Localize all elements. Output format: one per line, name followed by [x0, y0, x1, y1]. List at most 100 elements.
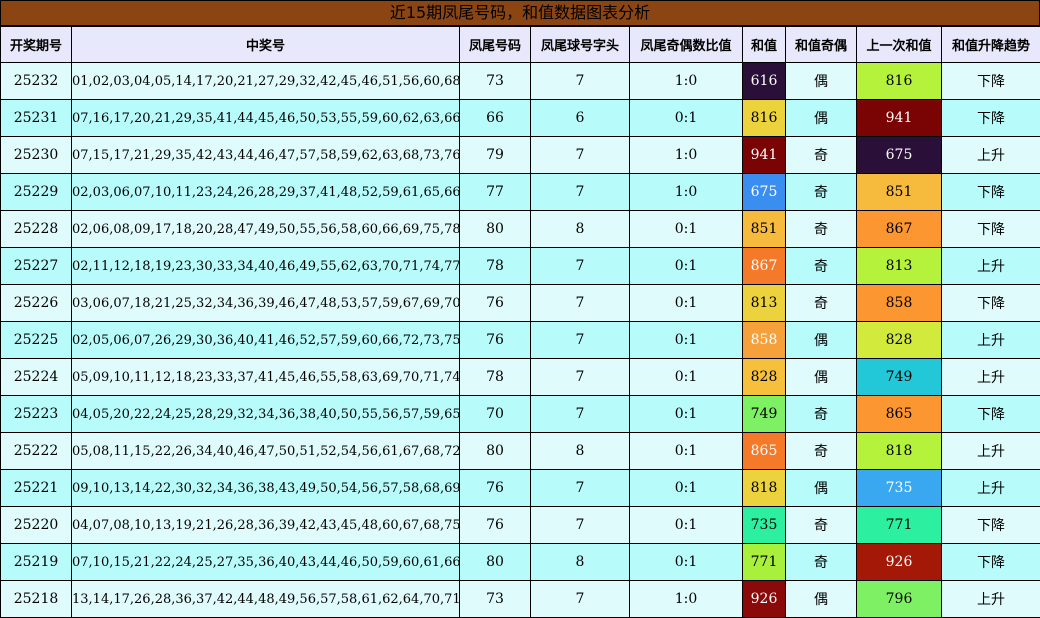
sum-cell: 865 — [742, 432, 786, 470]
prev-sum-cell: 926 — [856, 543, 942, 581]
prev-sum-cell: 828 — [856, 321, 942, 359]
ratio-cell: 0:1 — [629, 284, 743, 322]
parity-cell: 偶 — [785, 358, 857, 396]
sum-cell: 851 — [742, 210, 786, 248]
prev-sum-cell: 851 — [856, 173, 942, 211]
col-header-tail: 凤尾号码 — [459, 26, 531, 63]
issue-cell: 25225 — [0, 321, 72, 359]
col-header-prev-sum: 上一次和值 — [856, 26, 942, 63]
issue-cell: 25229 — [0, 173, 72, 211]
table-row: 25222 05,08,11,15,22,26,34,40,46,47,50,51… — [0, 432, 1040, 470]
numbers-cell: 09,10,13,14,22,30,32,34,36,38,43,49,50,5… — [71, 469, 460, 507]
trend-cell: 下降 — [941, 506, 1040, 544]
ratio-cell: 0:1 — [629, 506, 743, 544]
ratio-cell: 0:1 — [629, 358, 743, 396]
head-cell: 7 — [530, 506, 630, 544]
table-row: 25221 09,10,13,14,22,30,32,34,36,38,43,49… — [0, 469, 1040, 507]
data-table: 开奖期号 中奖号 凤尾号码 凤尾球号字头 凤尾奇偶数比值 和值 和值奇偶 上一次… — [0, 26, 1040, 618]
trend-cell: 下降 — [941, 173, 1040, 211]
head-cell: 8 — [530, 210, 630, 248]
numbers-cell: 05,09,10,11,12,18,23,33,37,41,45,46,55,5… — [71, 358, 460, 396]
head-cell: 7 — [530, 321, 630, 359]
table-row: 25232 01,02,03,04,05,14,17,20,21,27,29,32… — [0, 62, 1040, 100]
table-row: 25227 02,11,12,18,19,23,30,33,34,40,46,49… — [0, 247, 1040, 285]
prev-sum-cell: 735 — [856, 469, 942, 507]
ratio-cell: 1:0 — [629, 580, 743, 618]
numbers-cell: 13,14,17,26,28,36,37,42,44,48,49,56,57,5… — [71, 580, 460, 618]
head-cell: 7 — [530, 173, 630, 211]
tail-cell: 80 — [459, 432, 531, 470]
table-row: 25225 02,05,06,07,26,29,30,36,40,41,46,52… — [0, 321, 1040, 359]
issue-cell: 25228 — [0, 210, 72, 248]
trend-cell: 上升 — [941, 247, 1040, 285]
trend-cell: 上升 — [941, 432, 1040, 470]
sum-cell: 735 — [742, 506, 786, 544]
prev-sum-cell: 813 — [856, 247, 942, 285]
parity-cell: 偶 — [785, 321, 857, 359]
trend-cell: 下降 — [941, 395, 1040, 433]
numbers-cell: 07,10,15,21,22,24,25,27,35,36,40,43,44,4… — [71, 543, 460, 581]
ratio-cell: 0:1 — [629, 247, 743, 285]
issue-cell: 25218 — [0, 580, 72, 618]
table-row: 25230 07,15,17,21,29,35,42,43,44,46,47,57… — [0, 136, 1040, 174]
parity-cell: 奇 — [785, 506, 857, 544]
sum-cell: 813 — [742, 284, 786, 322]
col-header-ratio: 凤尾奇偶数比值 — [629, 26, 743, 63]
ratio-cell: 0:1 — [629, 469, 743, 507]
prev-sum-cell: 865 — [856, 395, 942, 433]
ratio-cell: 0:1 — [629, 321, 743, 359]
ratio-cell: 0:1 — [629, 543, 743, 581]
trend-cell: 上升 — [941, 321, 1040, 359]
head-cell: 7 — [530, 284, 630, 322]
parity-cell: 奇 — [785, 210, 857, 248]
issue-cell: 25221 — [0, 469, 72, 507]
col-header-trend: 和值升降趋势 — [941, 26, 1040, 63]
head-cell: 7 — [530, 136, 630, 174]
prev-sum-cell: 858 — [856, 284, 942, 322]
parity-cell: 奇 — [785, 247, 857, 285]
parity-cell: 偶 — [785, 580, 857, 618]
trend-cell: 上升 — [941, 580, 1040, 618]
sum-cell: 675 — [742, 173, 786, 211]
prev-sum-cell: 796 — [856, 580, 942, 618]
issue-cell: 25230 — [0, 136, 72, 174]
sum-cell: 941 — [742, 136, 786, 174]
tail-cell: 77 — [459, 173, 531, 211]
tail-cell: 76 — [459, 506, 531, 544]
table-row: 25229 02,03,06,07,10,11,23,24,26,28,29,37… — [0, 173, 1040, 211]
prev-sum-cell: 941 — [856, 99, 942, 137]
sum-cell: 816 — [742, 99, 786, 137]
prev-sum-cell: 749 — [856, 358, 942, 396]
tail-cell: 76 — [459, 469, 531, 507]
table-row: 25218 13,14,17,26,28,36,37,42,44,48,49,56… — [0, 580, 1040, 618]
parity-cell: 奇 — [785, 432, 857, 470]
numbers-cell: 02,05,06,07,26,29,30,36,40,41,46,52,57,5… — [71, 321, 460, 359]
table-row: 25228 02,06,08,09,17,18,20,28,47,49,50,55… — [0, 210, 1040, 248]
sum-cell: 828 — [742, 358, 786, 396]
trend-cell: 下降 — [941, 284, 1040, 322]
issue-cell: 25220 — [0, 506, 72, 544]
numbers-cell: 01,02,03,04,05,14,17,20,21,27,29,32,42,4… — [71, 62, 460, 100]
tail-cell: 73 — [459, 580, 531, 618]
ratio-cell: 0:1 — [629, 99, 743, 137]
table-row: 25224 05,09,10,11,12,18,23,33,37,41,45,46… — [0, 358, 1040, 396]
issue-cell: 25223 — [0, 395, 72, 433]
trend-cell: 下降 — [941, 210, 1040, 248]
tail-cell: 76 — [459, 284, 531, 322]
prev-sum-cell: 771 — [856, 506, 942, 544]
issue-cell: 25227 — [0, 247, 72, 285]
issue-cell: 25231 — [0, 99, 72, 137]
table-row: 25220 04,07,08,10,13,19,21,26,28,36,39,42… — [0, 506, 1040, 544]
tail-cell: 78 — [459, 358, 531, 396]
numbers-cell: 02,11,12,18,19,23,30,33,34,40,46,49,55,6… — [71, 247, 460, 285]
col-header-head: 凤尾球号字头 — [530, 26, 630, 63]
table-row: 25226 03,06,07,18,21,25,32,34,36,39,46,47… — [0, 284, 1040, 322]
sum-cell: 771 — [742, 543, 786, 581]
trend-cell: 下降 — [941, 543, 1040, 581]
tail-cell: 76 — [459, 321, 531, 359]
head-cell: 7 — [530, 247, 630, 285]
numbers-cell: 03,06,07,18,21,25,32,34,36,39,46,47,48,5… — [71, 284, 460, 322]
header-row: 开奖期号 中奖号 凤尾号码 凤尾球号字头 凤尾奇偶数比值 和值 和值奇偶 上一次… — [0, 26, 1040, 63]
issue-cell: 25226 — [0, 284, 72, 322]
sum-cell: 749 — [742, 395, 786, 433]
